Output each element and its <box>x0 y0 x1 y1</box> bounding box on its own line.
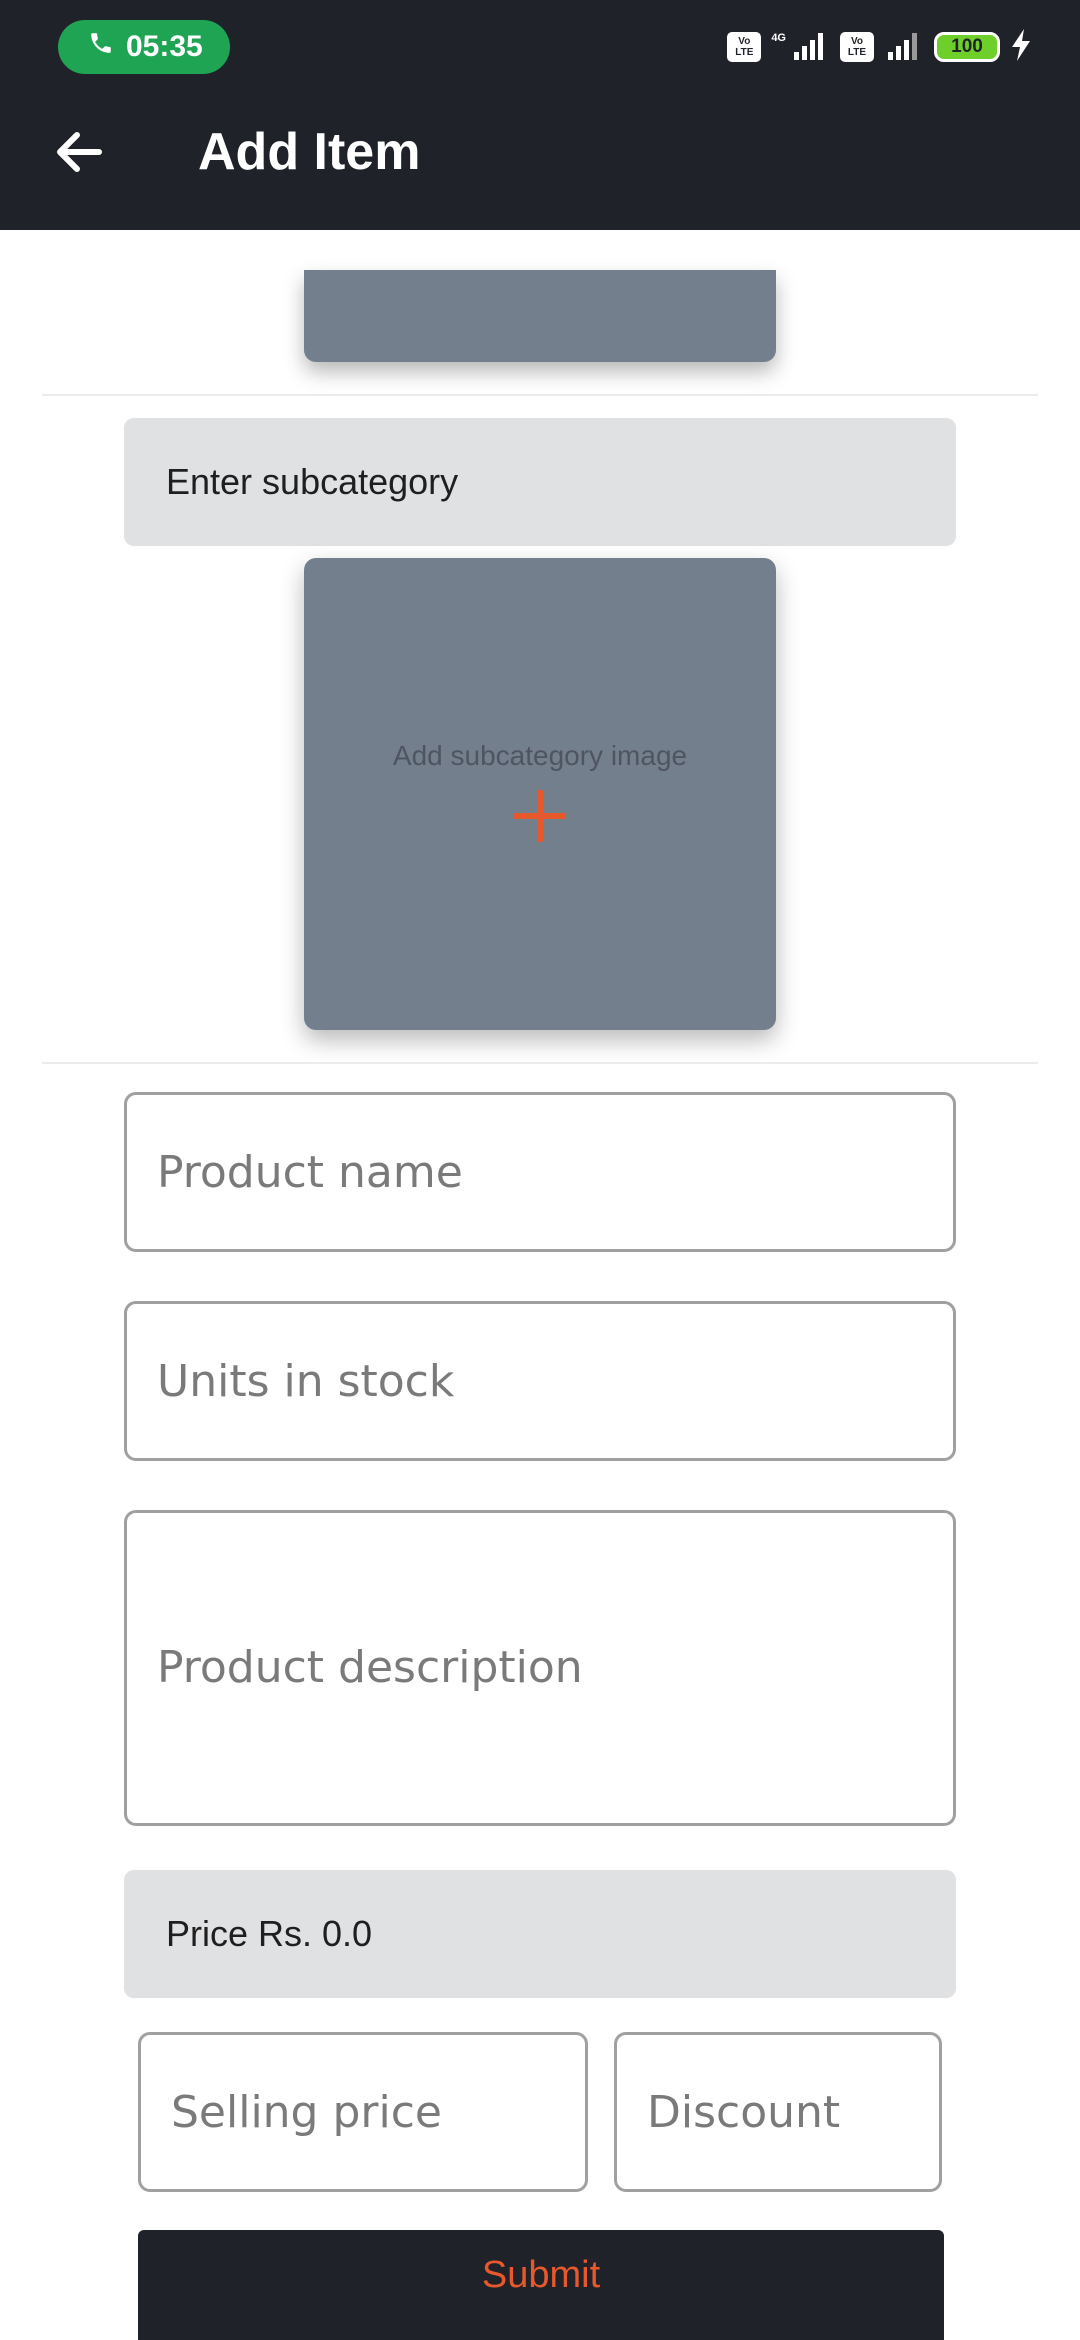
volte-badge-1: Vo LTE <box>727 32 762 62</box>
product-name-input[interactable] <box>157 1146 953 1198</box>
selling-price-input[interactable] <box>171 2086 585 2138</box>
page-title: Add Item <box>198 123 421 181</box>
volte-badge-2: Vo LTE <box>840 32 874 62</box>
divider <box>42 394 1038 396</box>
units-in-stock-input[interactable] <box>157 1355 953 1407</box>
network-type-label: 4G <box>771 32 786 44</box>
discount-input[interactable] <box>647 2086 939 2138</box>
price-display-text: Price Rs. 0.0 <box>166 1913 373 1954</box>
call-duration: 05:35 <box>126 30 203 63</box>
status-icons: Vo LTE 4G Vo LTE 100 <box>727 22 1032 72</box>
product-description-input[interactable] <box>157 1638 953 1698</box>
submit-label: Submit <box>481 2254 601 2296</box>
battery-level: 100 <box>951 36 983 57</box>
signal-icon-2 <box>884 30 924 65</box>
category-image-card[interactable] <box>304 270 776 362</box>
form-scroll-area[interactable]: Enter subcategory Add subcategory image … <box>0 230 1080 2340</box>
add-subcategory-image-button[interactable]: Add subcategory image <box>304 558 776 1030</box>
units-in-stock-field[interactable] <box>124 1301 956 1461</box>
signal-icon-1 <box>790 30 830 65</box>
subcategory-field-text: Enter subcategory <box>166 461 459 502</box>
price-display: Price Rs. 0.0 <box>124 1870 956 1998</box>
plus-icon <box>513 789 567 843</box>
status-bar: 05:35 Vo LTE 4G Vo LTE 100 <box>0 0 1080 76</box>
app-bar: Add Item <box>0 76 1080 230</box>
product-name-field[interactable] <box>124 1092 956 1252</box>
discount-field[interactable] <box>614 2032 942 2192</box>
selling-price-field[interactable] <box>138 2032 588 2192</box>
ongoing-call-pill[interactable]: 05:35 <box>58 20 230 74</box>
back-button[interactable] <box>40 116 116 192</box>
product-description-field[interactable] <box>124 1510 956 1826</box>
subcategory-field[interactable]: Enter subcategory <box>124 418 956 546</box>
bolt-icon <box>1010 28 1032 66</box>
add-subcategory-image-label: Add subcategory image <box>392 740 688 771</box>
submit-button[interactable]: Submit <box>138 2230 944 2340</box>
battery-icon: 100 <box>934 32 1000 62</box>
arrow-left-icon <box>53 127 103 182</box>
phone-icon <box>88 30 126 64</box>
divider <box>42 1062 1038 1064</box>
